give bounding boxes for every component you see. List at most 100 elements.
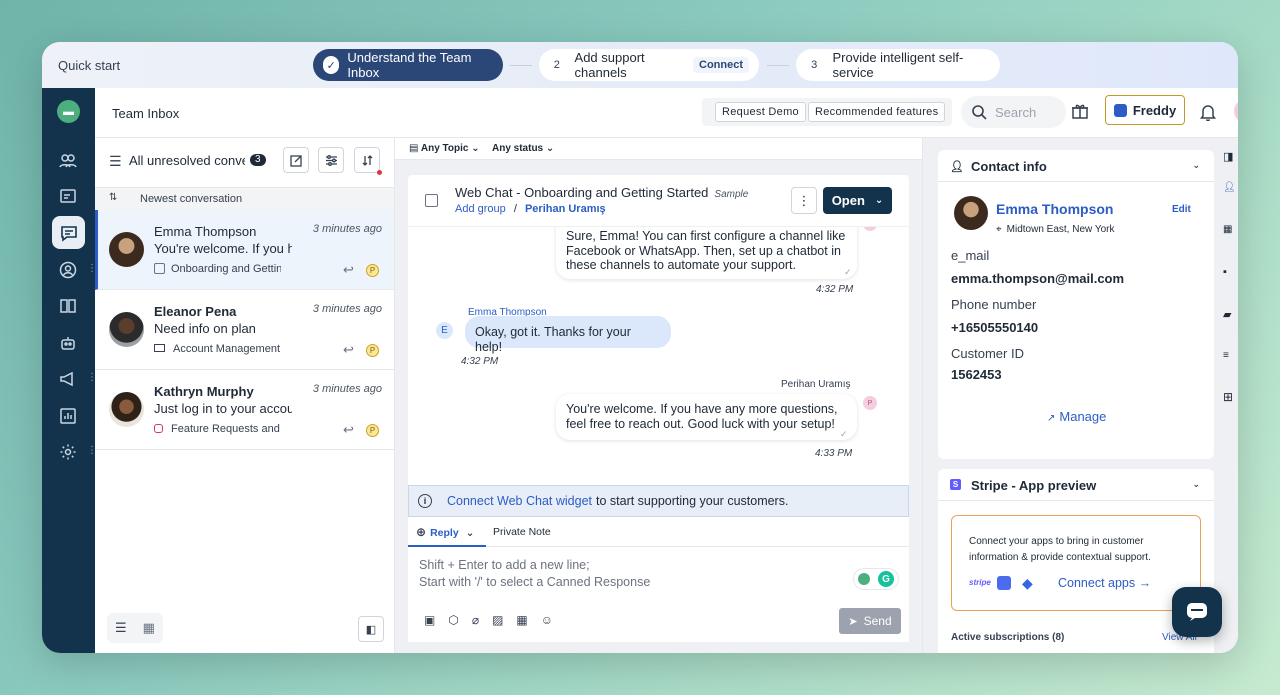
solution-article-icon[interactable]: ⬡ — [448, 613, 458, 627]
customer-id-label: Customer ID — [951, 346, 1024, 361]
calendar-tab-icon[interactable]: ▦ — [1223, 224, 1232, 235]
avatar — [109, 392, 144, 427]
status-filter[interactable]: Any status ⌄ — [492, 143, 554, 154]
contact-tab-icon[interactable]: 👤︎ — [1223, 182, 1236, 193]
canned-response-icon[interactable]: ▣ — [424, 613, 435, 627]
tab-private-note[interactable]: Private Note — [493, 526, 551, 538]
assigned-agent-link[interactable]: Perihan Uramış — [525, 203, 606, 215]
tickets-icon[interactable] — [56, 184, 80, 208]
details-sidebar: 👤︎ Contact info ⌄ Emma Thompson Edit ⌖ Mi… — [922, 138, 1238, 653]
stripe-logo-icon: stripe — [969, 578, 991, 587]
reply-textarea[interactable]: Shift + Enter to add a new line; Start w… — [419, 557, 650, 591]
tab-reply[interactable]: ⊕ Reply ⌄ — [416, 525, 474, 539]
agent-avatar: P — [863, 396, 877, 410]
sliders-tab-icon[interactable]: ≡ — [1223, 350, 1229, 361]
group-name: Feature Requests and Feedback — [171, 423, 283, 435]
sample-tag: Sample — [714, 189, 749, 200]
attachment-icon[interactable]: ⌀ — [472, 613, 479, 627]
send-button[interactable]: ➤ Send — [839, 608, 901, 634]
conversation-item[interactable]: Emma Thompson 3 minutes ago You're welco… — [95, 210, 394, 290]
view-selector[interactable]: All unresolved conversations — [129, 153, 245, 168]
list-view-icon[interactable]: ☰ — [115, 620, 127, 636]
web-chat-icon — [425, 194, 438, 207]
avatar — [109, 312, 144, 347]
conversation-item[interactable]: Eleanor Pena 3 minutes ago Need info on … — [95, 290, 394, 370]
connect-tag[interactable]: Connect — [693, 57, 749, 73]
bot-icon[interactable] — [56, 331, 80, 355]
priority-badge: P — [366, 264, 379, 277]
knowledge-book-icon[interactable] — [56, 294, 80, 318]
status-open-button[interactable]: Open ⌄ — [823, 187, 892, 214]
active-subscriptions-label: Active subscriptions (8) — [951, 632, 1065, 643]
add-group-link[interactable]: Add group — [455, 203, 506, 215]
request-demo-button[interactable]: Request Demo — [715, 102, 806, 122]
reply-arrow-icon[interactable]: ↩ — [343, 422, 354, 438]
table-view-icon[interactable]: ▦ — [143, 620, 155, 636]
chat-tab-icon[interactable]: ▰ — [1223, 308, 1231, 321]
stripe-header[interactable]: S Stripe - App preview ⌄ — [938, 469, 1214, 501]
conversation-item[interactable]: Kathryn Murphy 3 minutes ago Just log in… — [95, 370, 394, 450]
connect-web-chat-link[interactable]: Connect Web Chat widget — [447, 494, 592, 508]
freddy-ai-icon — [1113, 103, 1127, 117]
location-text: Midtown East, New York — [1006, 224, 1115, 235]
filter-sliders-icon[interactable] — [318, 147, 344, 173]
connect-apps-link[interactable]: Connect apps → — [1058, 576, 1151, 590]
sort-bar[interactable]: ⇅ Newest conversation — [95, 188, 394, 210]
add-app-icon[interactable]: ⊞ — [1223, 390, 1233, 404]
settings-gear-icon[interactable] — [56, 440, 80, 464]
contact-info-panel: 👤︎ Contact info ⌄ Emma Thompson Edit ⌖ Mi… — [938, 150, 1214, 459]
calendar-icon[interactable]: ▦ — [516, 613, 527, 627]
profile-avatar[interactable]: P — [1234, 99, 1238, 123]
megaphone-icon[interactable] — [56, 367, 80, 391]
search-icon — [972, 105, 987, 120]
priority-badge: P — [366, 424, 379, 437]
delivered-check-icon: ✓ — [844, 267, 852, 277]
reply-arrow-icon[interactable]: ↩ — [343, 262, 354, 278]
inbox-icon[interactable] — [52, 216, 85, 249]
customer-id-value: 1562453 — [951, 367, 1002, 382]
grammar-tools[interactable]: G — [853, 568, 899, 590]
emoji-icon[interactable]: ☺ — [541, 613, 553, 627]
compose-icon[interactable] — [283, 147, 309, 173]
message-preview: Just log in to your account — [154, 401, 292, 416]
collapse-panel-icon[interactable]: ◧ — [358, 616, 384, 642]
more-options-icon[interactable]: ⋮ — [791, 187, 817, 214]
analytics-icon[interactable] — [56, 404, 80, 428]
step-self-service[interactable]: 3 Provide intelligent self-service — [796, 49, 1000, 81]
conversation-count-badge: 3 — [250, 154, 266, 166]
reply-editor: ⊕ Reply ⌄ Private Note Shift + Enter to a… — [408, 517, 909, 642]
contact-name-link[interactable]: Emma Thompson — [996, 201, 1113, 217]
freshdesk-logo-icon[interactable]: ▬ — [57, 100, 80, 123]
contact-info-header[interactable]: 👤︎ Contact info ⌄ — [938, 150, 1214, 182]
conversation-time: 3 minutes ago — [312, 303, 382, 315]
agent-avatar — [863, 227, 877, 231]
message-bubble: Sure, Emma! You can first configure a ch… — [556, 227, 857, 279]
reply-arrow-icon[interactable]: ↩ — [343, 342, 354, 358]
image-icon[interactable]: ▨ — [492, 613, 503, 627]
freddy-button[interactable]: Freddy — [1105, 95, 1185, 125]
search-input[interactable]: Search — [961, 96, 1066, 128]
topic-filter[interactable]: ▤ Any Topic ⌄ — [409, 143, 480, 154]
check-icon: ✓ — [323, 56, 340, 74]
contacts-icon[interactable] — [56, 148, 80, 172]
step-understand-inbox[interactable]: ✓ Understand the Team Inbox — [313, 49, 503, 81]
user-icon[interactable] — [56, 258, 80, 282]
top-header: Team Inbox Request Demo Recommended feat… — [95, 88, 1238, 138]
email-label: e_mail — [951, 248, 990, 263]
notification-bell-icon[interactable] — [1200, 104, 1216, 126]
phone-value: +16505550140 — [951, 320, 1039, 335]
gift-icon[interactable] — [1071, 102, 1089, 125]
step-add-channels[interactable]: 2 Add support channels Connect — [539, 49, 759, 81]
sort-icon[interactable] — [354, 147, 382, 175]
app-window: Quick start ✓ Understand the Team Inbox … — [42, 42, 1238, 653]
hamburger-menu-icon[interactable]: ☰ — [109, 153, 122, 170]
notes-tab-icon[interactable]: ▪ — [1223, 266, 1227, 278]
manage-link[interactable]: ↗ Manage — [1047, 409, 1106, 424]
recommended-features-button[interactable]: Recommended features — [808, 102, 946, 122]
avatar — [109, 232, 144, 267]
edit-contact-link[interactable]: Edit — [1172, 204, 1191, 215]
sort-indicator-dot — [377, 170, 382, 175]
conversation-time: 3 minutes ago — [312, 223, 382, 235]
panel-toggle-icon[interactable]: ◨ — [1223, 150, 1233, 163]
help-chat-launcher[interactable] — [1172, 587, 1222, 637]
